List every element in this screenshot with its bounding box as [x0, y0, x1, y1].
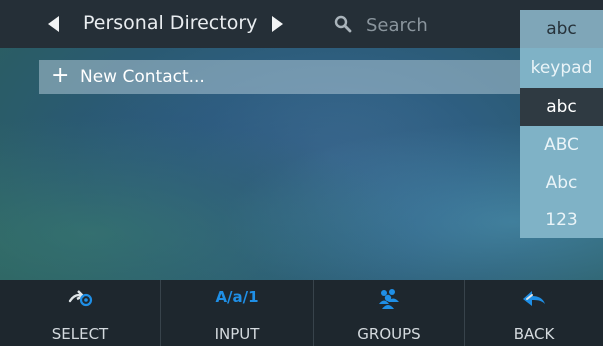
back-arrow-icon	[523, 291, 545, 306]
input-mode-keypad[interactable]: keypad	[520, 48, 603, 88]
back-softkey[interactable]: BACK	[465, 280, 603, 346]
triangle-right-icon[interactable]	[272, 16, 283, 32]
new-contact-row[interactable]: + New Contact...	[39, 60, 521, 94]
input-mode-current[interactable]: abc	[520, 10, 603, 48]
search-icon	[334, 15, 352, 33]
input-mode-abc-lower[interactable]: abc	[520, 88, 603, 126]
back-label: BACK	[513, 325, 555, 343]
softkey-bar: SELECT A/a/1 INPUT GROUPS BACK	[0, 280, 603, 346]
search-input[interactable]	[364, 12, 518, 38]
select-softkey[interactable]: SELECT	[0, 280, 160, 346]
input-mode-icon: A/a/1	[215, 288, 259, 306]
new-contact-label: New Contact...	[80, 67, 205, 87]
groups-people-icon	[379, 289, 399, 309]
input-softkey[interactable]: A/a/1 INPUT	[161, 280, 313, 346]
groups-label: GROUPS	[357, 325, 421, 343]
input-mode-abc-upper[interactable]: ABC	[520, 126, 603, 164]
groups-softkey[interactable]: GROUPS	[314, 280, 464, 346]
directory-title: Personal Directory	[83, 12, 258, 34]
plus-icon: +	[51, 63, 70, 88]
select-arrow-icon	[68, 290, 93, 307]
triangle-left-icon[interactable]	[48, 16, 59, 32]
input-label: INPUT	[214, 325, 260, 343]
input-mode-abc-title[interactable]: Abc	[520, 164, 603, 202]
select-label: SELECT	[51, 325, 109, 343]
input-mode-numeric[interactable]: 123	[520, 202, 603, 238]
header-bar: Personal Directory	[0, 0, 603, 48]
